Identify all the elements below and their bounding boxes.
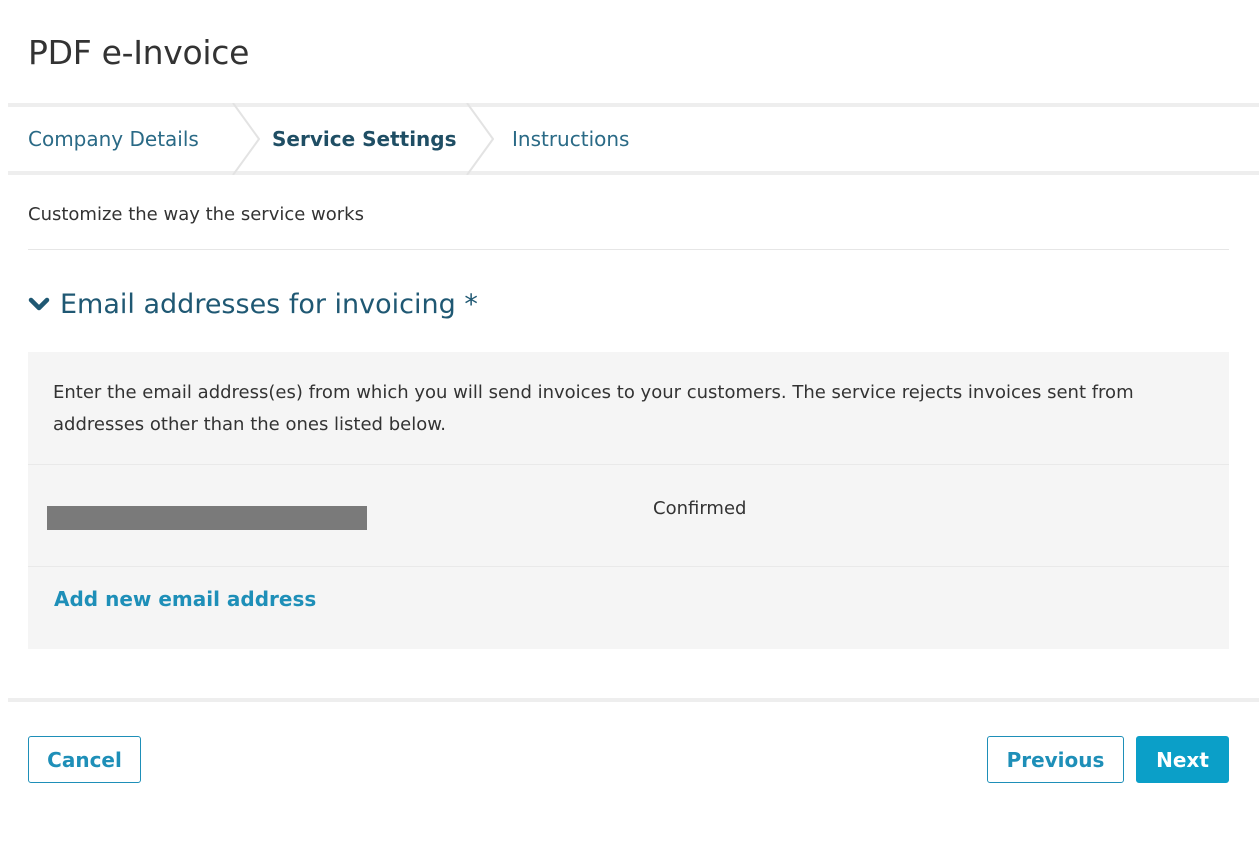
page-subtitle: Customize the way the service works: [28, 204, 364, 225]
step-separator-icon: [466, 103, 494, 175]
email-panel-description: Enter the email address(es) from which y…: [53, 382, 1134, 435]
step-separator-icon: [232, 103, 260, 175]
step-service-settings[interactable]: Service Settings: [272, 127, 457, 151]
email-panel: Enter the email address(es) from which y…: [28, 352, 1229, 649]
footer-divider: [8, 698, 1259, 702]
chevron-down-icon: [28, 297, 50, 310]
step-company-details[interactable]: Company Details: [28, 127, 199, 151]
wizard-steps: Company Details Service Settings Instruc…: [8, 103, 1259, 175]
divider: [28, 566, 1229, 567]
add-email-link[interactable]: Add new email address: [54, 587, 316, 611]
divider: [28, 464, 1229, 465]
email-section-title: Email addresses for invoicing *: [60, 289, 478, 320]
divider: [28, 249, 1229, 250]
cancel-button[interactable]: Cancel: [28, 736, 141, 783]
page-title: PDF e-Invoice: [28, 33, 250, 72]
email-status: Confirmed: [653, 498, 747, 519]
email-section-toggle[interactable]: Email addresses for invoicing *: [28, 289, 478, 320]
email-address-redacted: [47, 506, 367, 530]
step-instructions[interactable]: Instructions: [512, 127, 629, 151]
next-button[interactable]: Next: [1136, 736, 1229, 783]
previous-button[interactable]: Previous: [987, 736, 1124, 783]
